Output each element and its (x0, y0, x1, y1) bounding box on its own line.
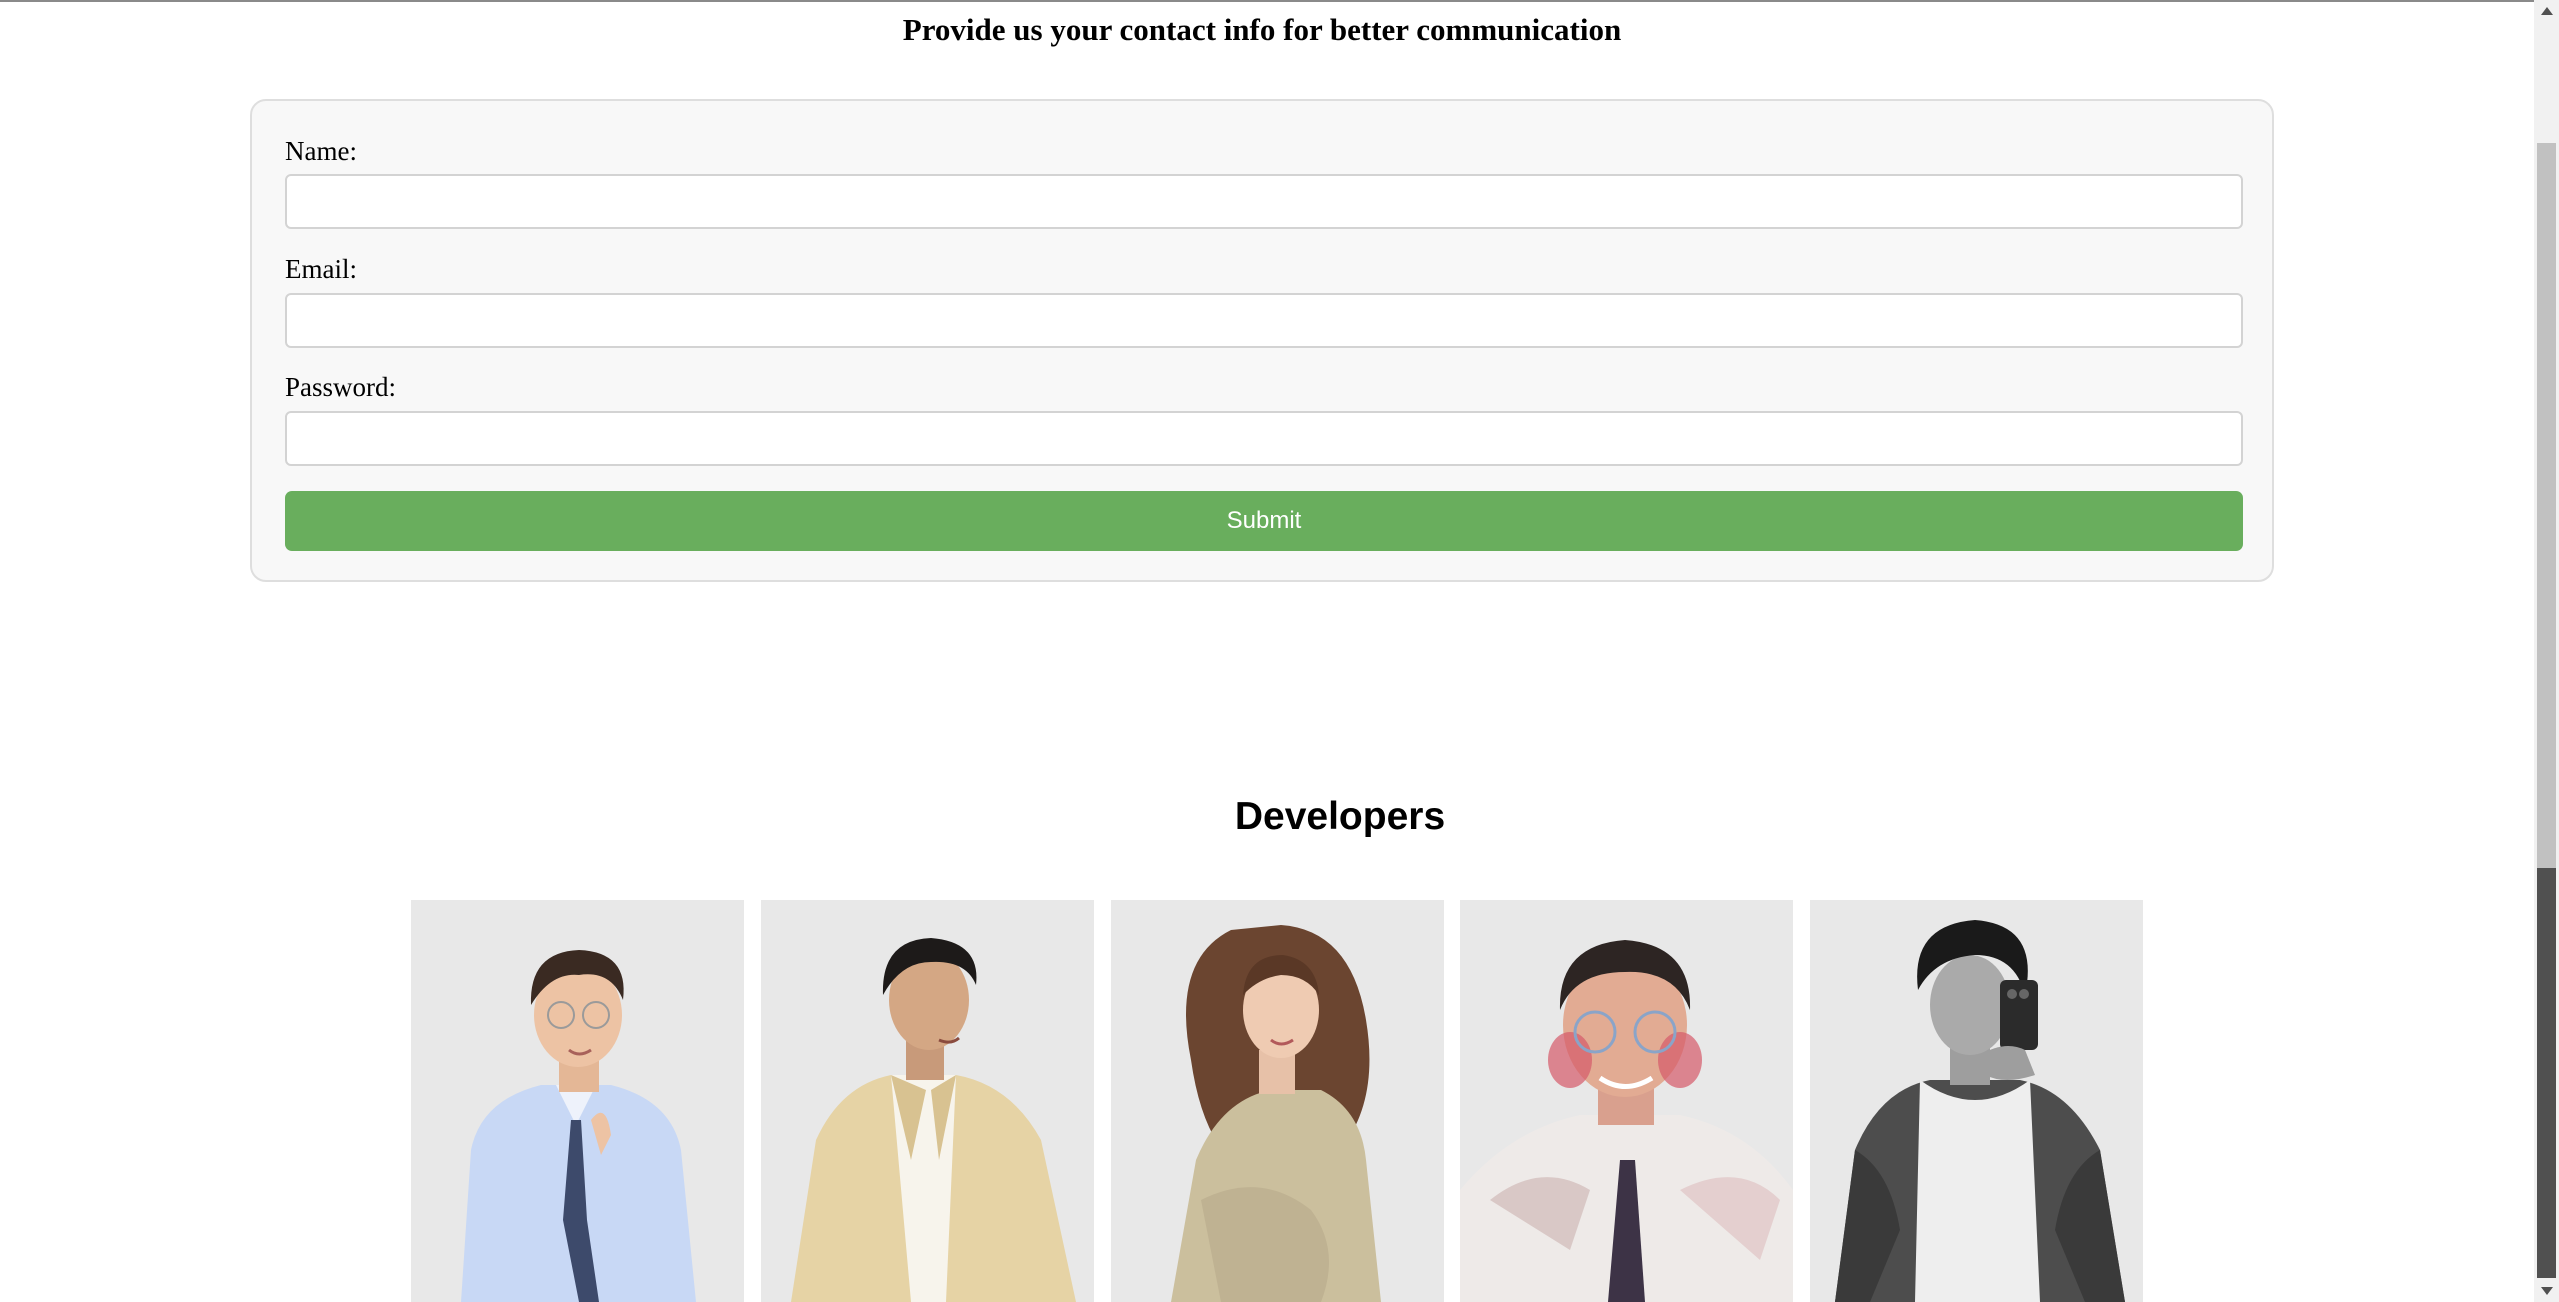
scroll-down-arrow-icon[interactable] (2534, 1280, 2559, 1302)
developer-card-4 (1460, 900, 1793, 1302)
contact-form: Name: Email: Password: Submit (250, 99, 2274, 582)
developer-card-5 (1810, 900, 2143, 1302)
name-label: Name: (285, 136, 357, 166)
submit-button[interactable]: Submit (285, 491, 2243, 551)
developer-photo-5 (1810, 900, 2143, 1302)
developers-heading: Developers (1234, 795, 1446, 838)
page-scrollbar[interactable] (2534, 0, 2559, 1302)
developer-photo-4 (1460, 900, 1793, 1302)
email-input[interactable] (285, 293, 2243, 348)
scroll-thumb[interactable] (2537, 868, 2556, 1278)
developer-photo-3 (1111, 900, 1444, 1302)
developer-card-2 (761, 900, 1094, 1302)
developer-card-1 (411, 900, 744, 1302)
developer-card-3 (1111, 900, 1444, 1302)
password-input[interactable] (285, 411, 2243, 466)
top-border (0, 0, 2534, 2)
contact-heading: Provide us your contact info for better … (902, 12, 1622, 47)
email-label: Email: (285, 254, 357, 284)
password-label: Password: (285, 372, 397, 402)
scroll-track-light (2537, 143, 2556, 868)
developer-photo-1 (411, 900, 744, 1302)
scroll-up-arrow-icon[interactable] (2534, 0, 2559, 22)
developer-photo-2 (761, 900, 1094, 1302)
name-input[interactable] (285, 174, 2243, 229)
